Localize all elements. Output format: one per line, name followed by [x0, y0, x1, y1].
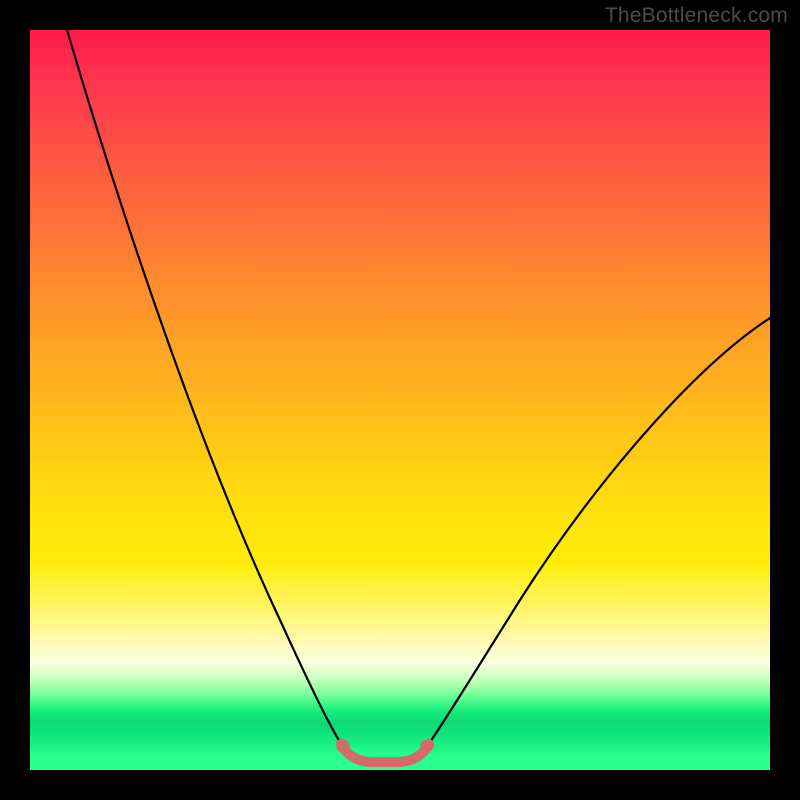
- curve-left-branch: [67, 30, 344, 748]
- curve-flat-segment: [341, 744, 429, 762]
- watermark-text: TheBottleneck.com: [605, 4, 788, 28]
- bottleneck-curve: [30, 30, 770, 770]
- flat-left-end-dot: [337, 740, 350, 753]
- plot-area: [30, 30, 770, 770]
- flat-right-end-dot: [421, 740, 434, 753]
- curve-right-branch: [426, 318, 770, 748]
- chart-frame: TheBottleneck.com: [0, 0, 800, 800]
